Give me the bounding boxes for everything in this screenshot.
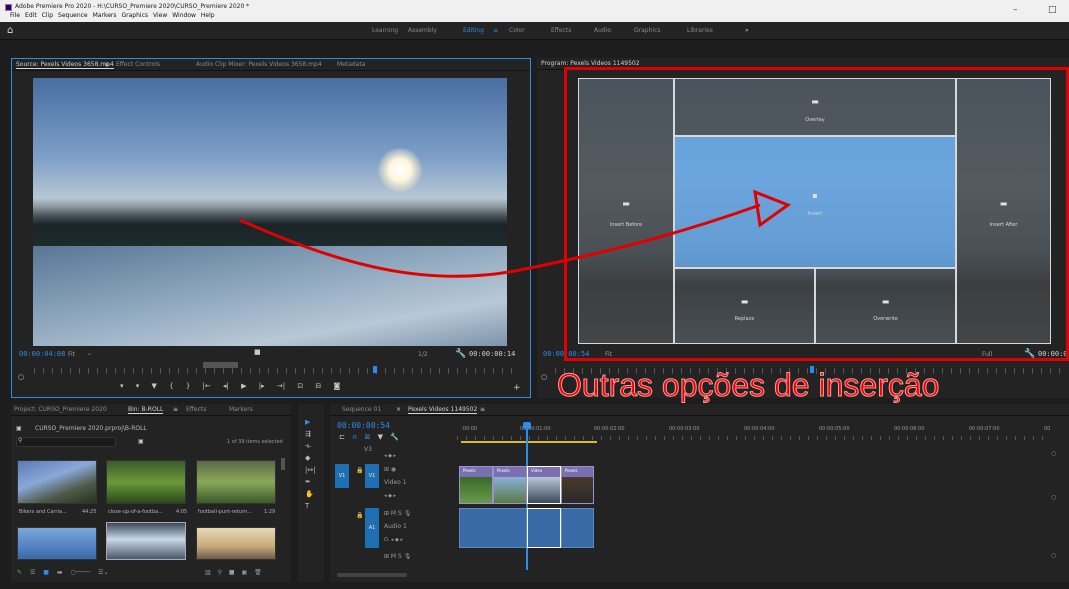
hand-tool-icon[interactable]: ✋ [305,488,316,500]
clip-thumbnail [562,477,593,503]
thumb-surf[interactable] [17,527,97,560]
v1-keyframe-controls[interactable]: ◂ ◆ ▸ [384,493,396,499]
nest-icon[interactable]: ⊏ [339,433,345,441]
v3-keyframe-controls[interactable]: ◂ ◆ ▸ [384,453,396,459]
track-video1-label: Video 1 [384,479,407,486]
search-icon: ⚲ [18,437,23,444]
track-select-tool-icon[interactable]: ⇶ [305,428,316,440]
new-folder-icon[interactable]: ■ [229,569,235,576]
audio-clip-1[interactable] [459,508,527,548]
clip-thumbnail [494,477,526,503]
scroll-dot-mid: ○ [1051,494,1057,501]
close-tab-icon[interactable]: × [396,406,401,413]
video-clip-3-selected[interactable]: Video [527,466,561,504]
linked-selection-icon[interactable]: ⊠ [364,433,370,441]
timeline-marker-icon[interactable]: ▼ [378,433,383,441]
bin-footer-actions: ▥ ⚲ ■ ▣ 🗑 [205,569,262,576]
a2-mute-solo-controls[interactable]: ⊞ M S 🎙 [384,553,411,560]
item-duration-bikers: 44:25 [82,509,97,515]
arrow-head [753,189,792,228]
project-tabs: Project: CURSO_Premiere 2020 Bin: B-ROLL… [11,404,291,416]
thumb-football-punt[interactable] [196,460,276,504]
razor-tool-icon[interactable]: ◆ [305,452,316,464]
selection-tool-icon[interactable]: ▶ [305,416,316,428]
type-tool-icon[interactable]: T [305,500,316,512]
tab-project[interactable]: Project: CURSO_Premiere 2020 [14,406,107,413]
timeline-tabs: Sequence 01 × Pexels Videos 1149502 ≡ [330,404,1069,416]
trash-icon[interactable]: 🗑 [254,569,262,576]
annotation-text: Outras opções de inserção [556,367,940,404]
item-name-bikers: Bikers and Carria... [19,509,67,515]
track-a1-toggle[interactable]: A1 [365,508,379,548]
bin-path: CURSO_Premiere 2020.prproj\B-ROLL [35,425,147,432]
icon-view-icon[interactable]: ■ [43,569,49,576]
premiere-window: Adobe Premiere Pro 2020 - H:\CURSO_Premi… [0,0,1069,589]
item-name-football-punt: football-punt-return... [198,509,252,515]
thumb-snow-selected[interactable] [106,522,186,560]
audio-clip-3[interactable] [561,508,594,548]
bin-footer-tools: ✎ ☰ ■ ▬ ○──── ☰⌄ [17,569,108,576]
tab-markers[interactable]: Markers [229,406,253,413]
audio-clip-2-selected[interactable] [527,508,561,548]
track-v1-toggle[interactable]: V1 [365,464,379,488]
list-view-icon[interactable]: ☰ [30,569,35,576]
clip-thumbnail [528,477,560,503]
track-audio1-label: Audio 1 [384,523,407,530]
new-item-icon[interactable]: ▣ [242,569,248,576]
lock-track-icon[interactable]: 🔒 [356,467,363,474]
source-patch-v1[interactable]: V1 [335,464,349,488]
tab-sequence-01[interactable]: Sequence 01 [342,406,381,413]
ripple-edit-tool-icon[interactable]: ⟛ [305,440,316,452]
video-clip-4[interactable]: Pexels [561,466,594,504]
a1-mute-solo-controls[interactable]: ⊞ M S 🎙 [384,510,411,517]
snap-icon[interactable]: ∩ [352,433,357,441]
timeline-zoom-scrollbar[interactable] [337,573,407,577]
lock-audio-track-icon[interactable]: 🔒 [356,512,363,519]
track-v3-label: V3 [364,446,372,453]
bin-search-input[interactable] [16,437,116,447]
automate-icon[interactable]: ▥ [205,569,211,576]
tab-bin-broll[interactable]: Bin: B-ROLL [128,406,164,414]
new-bin-icon[interactable]: ▣ [138,438,144,445]
timeline-settings-icon[interactable]: 🔧 [390,433,399,441]
timeline-tab-menu-icon[interactable]: ≡ [480,406,485,413]
v1-sync-icon[interactable]: ⊞ ◉ [384,466,396,473]
bin-folder-icon: ▣ [16,425,22,432]
sort-icon[interactable]: ☰⌄ [98,569,108,576]
thumb-bikers[interactable] [17,460,97,504]
freeform-view-icon[interactable]: ▬ [57,569,63,576]
video-clip-2[interactable]: Pexels [493,466,527,504]
bin-scrollbar[interactable] [281,458,285,470]
clip-thumbnail [460,477,492,503]
timeline-v-scrollbar[interactable]: ○ ○ ○ [1051,440,1057,566]
bin-tab-menu-icon[interactable]: ≡ [173,406,178,413]
item-duration-football-closeup: 4:05 [176,509,188,515]
tools-panel: ▶ ⇶ ⟛ ◆ |↔| ✒ ✋ T [298,404,324,582]
timeline-toolbar: ⊏ ∩ ⊠ ▼ 🔧 [339,433,399,441]
zoom-slider-icon[interactable]: ○──── [70,569,90,576]
timeline-ticks [457,436,1047,440]
item-duration-football-punt: 1:29 [264,509,276,515]
timeline-ruler[interactable]: :00:00 00:00:01:00 00:00:02:00 00:00:03:… [457,420,1069,446]
scroll-dot-top: ○ [1051,450,1057,457]
scroll-dot-bottom: ○ [1051,552,1057,559]
pen-tool-icon[interactable]: ✒ [305,476,316,488]
tools-list: ▶ ⇶ ⟛ ◆ |↔| ✒ ✋ T [305,416,316,512]
tab-pexels-sequence[interactable]: Pexels Videos 1149502 [408,406,478,414]
selection-count: 1 of 39 items selected [227,439,283,445]
find-icon[interactable]: ⚲ [218,569,222,576]
arrow-curve [239,203,761,278]
timeline-timecode[interactable]: 00:00:00:54 [337,421,390,430]
thumb-football-closeup[interactable] [106,460,186,504]
slip-tool-icon[interactable]: |↔| [305,464,316,476]
pencil-icon[interactable]: ✎ [17,569,22,576]
tab-effects[interactable]: Effects [186,406,206,413]
thumb-beach[interactable] [196,527,276,560]
video-clip-1[interactable]: Pexels [459,466,493,504]
work-area-bar[interactable] [461,441,597,443]
playhead-handle[interactable] [523,422,531,429]
item-name-football-closeup: close-up-of-a-footba... [108,509,163,515]
a1-volume-controls[interactable]: O. ◂ ◆ ▸ [384,537,403,543]
